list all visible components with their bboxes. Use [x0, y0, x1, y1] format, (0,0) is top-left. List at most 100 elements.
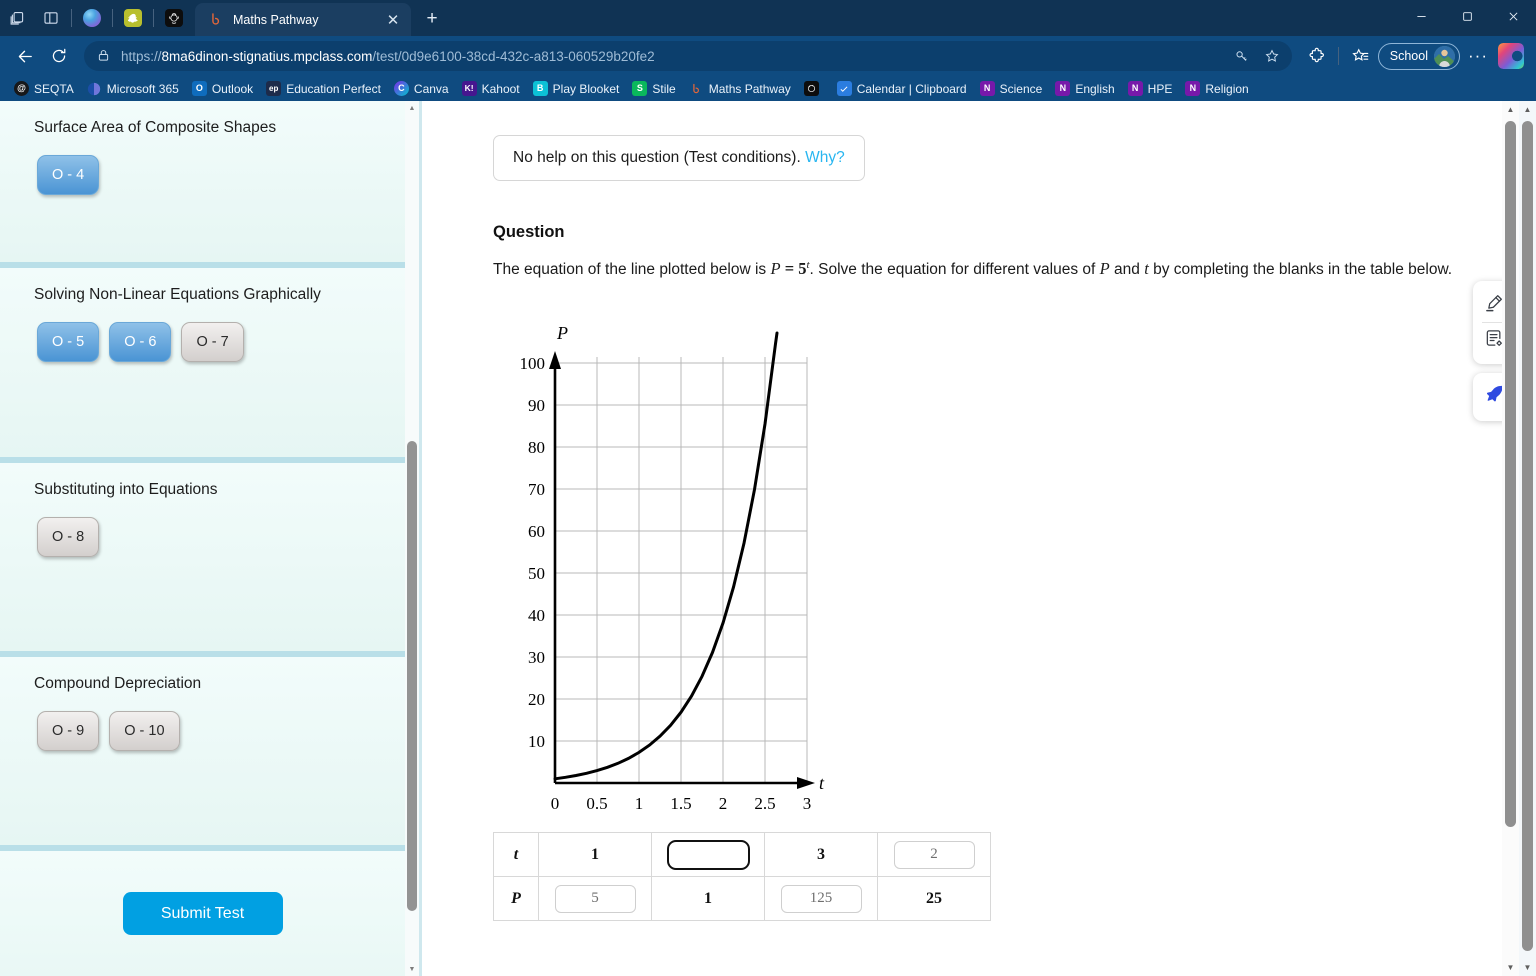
new-tab-button[interactable]: +: [417, 5, 447, 33]
back-button[interactable]: [10, 41, 40, 71]
question-chip-o-6[interactable]: O - 6: [109, 322, 172, 362]
cell-t-2: [651, 832, 765, 878]
input-p-3[interactable]: [780, 884, 862, 913]
bookmark-maths-pathway[interactable]: Maths Pathway: [683, 78, 797, 99]
bookmark-seqta[interactable]: @ SEQTA: [8, 78, 80, 99]
chatgpt-pinned-tab[interactable]: [157, 3, 191, 33]
input-t-2[interactable]: [666, 839, 750, 870]
extensions-puzzle-icon[interactable]: [1302, 41, 1332, 71]
answer-table: t 1 3 P: [493, 832, 991, 922]
divider: [1337, 47, 1339, 65]
content-scroll-up-arrow[interactable]: ▲: [1502, 101, 1519, 118]
bookmark-chatgpt[interactable]: [798, 78, 830, 99]
split-screen-icon[interactable]: [34, 3, 68, 33]
question-chip-o-9[interactable]: O - 9: [37, 711, 100, 751]
question-text-part-3: and: [1109, 261, 1145, 279]
input-p-1[interactable]: [554, 884, 636, 913]
microsoft365-icon: [87, 81, 102, 96]
question-chip-o-5[interactable]: O - 5: [37, 322, 100, 362]
bookmark-microsoft-365[interactable]: Microsoft 365: [81, 78, 185, 99]
content-scrollbar[interactable]: ▲ ▼: [1502, 101, 1519, 976]
sidebar-scroll-up-arrow[interactable]: ▲: [405, 101, 419, 115]
copilot-button[interactable]: [1496, 41, 1526, 71]
sidebar-scrollbar[interactable]: ▲ ▼: [405, 101, 419, 976]
profile-button[interactable]: School: [1377, 42, 1460, 70]
page-scroll-up-arrow[interactable]: ▲: [1519, 101, 1536, 118]
copilot-icon: [83, 9, 101, 27]
more-menu-button[interactable]: ···: [1463, 41, 1493, 71]
chatgpt-icon: [165, 9, 183, 27]
favorite-star-icon[interactable]: [1258, 43, 1286, 69]
onenote-icon: N: [1127, 81, 1143, 96]
why-link[interactable]: Why?: [805, 149, 845, 166]
bookmark-play-blooket[interactable]: B Play Blooket: [527, 78, 626, 99]
question-chip-list: O - 9 O - 10: [0, 711, 405, 751]
help-notice-text: No help on this question (Test condition…: [513, 149, 801, 166]
bookmark-calendar-clipboard[interactable]: Calendar | Clipboard: [831, 78, 973, 99]
topic-title: Compound Depreciation: [34, 675, 202, 692]
minimize-button[interactable]: [1398, 0, 1444, 32]
content-scroll-down-arrow[interactable]: ▼: [1502, 959, 1519, 976]
copilot-pinned-tab[interactable]: [75, 3, 109, 33]
table-row-p: P 1 25: [493, 876, 991, 922]
collections-icon[interactable]: [1345, 41, 1375, 71]
bookmark-label: Play Blooket: [552, 81, 620, 96]
bookmark-label: Kahoot: [481, 81, 520, 96]
question-text: The equation of the line plotted below i…: [493, 259, 1478, 280]
url-path: /test/0d9e6100-38cd-432c-a813-060529b20f…: [372, 48, 655, 64]
bookmark-science[interactable]: N Science: [974, 78, 1049, 99]
question-chip-o-4[interactable]: O - 4: [37, 155, 100, 195]
tab-strip: Maths Pathway ✕ +: [0, 0, 1536, 36]
refresh-button[interactable]: [44, 41, 74, 71]
page-scrollbar-thumb[interactable]: [1522, 121, 1533, 951]
sidebar-scrollbar-thumb[interactable]: [407, 441, 417, 911]
window-controls: [1398, 0, 1536, 36]
bookmark-label: Maths Pathway: [708, 81, 791, 96]
svg-text:10: 10: [528, 732, 545, 751]
tab-groups-icon[interactable]: [0, 3, 34, 33]
maximize-button[interactable]: [1444, 0, 1490, 32]
cell-p-4: 25: [877, 876, 991, 922]
key-icon[interactable]: [1228, 43, 1256, 69]
browser-tab-maths-pathway[interactable]: Maths Pathway ✕: [195, 3, 411, 36]
bookmark-outlook[interactable]: O Outlook: [186, 78, 259, 99]
education-perfect-icon: ep: [266, 81, 282, 96]
sidebar-scroll-down-arrow[interactable]: ▼: [405, 962, 419, 976]
bookmark-label: Microsoft 365: [106, 81, 179, 96]
gridlines: [555, 357, 808, 784]
bookmark-hpe[interactable]: N HPE: [1122, 78, 1179, 99]
page-scrollbar[interactable]: ▲ ▼: [1519, 101, 1536, 976]
close-icon[interactable]: ✕: [383, 10, 403, 30]
page-scroll-down-arrow[interactable]: ▼: [1519, 959, 1536, 976]
topic-compound-depreciation: Compound Depreciation O - 9 O - 10: [0, 657, 405, 851]
question-chip-o-7[interactable]: O - 7: [181, 322, 244, 362]
input-t-4[interactable]: [893, 840, 975, 869]
content-scrollbar-thumb[interactable]: [1505, 121, 1516, 827]
onenote-icon: N: [979, 81, 995, 96]
svg-text:0.5: 0.5: [586, 794, 607, 813]
outlook-icon: O: [191, 81, 207, 96]
tab-title: Maths Pathway: [233, 12, 319, 27]
bookmark-english[interactable]: N English: [1049, 78, 1120, 99]
equation-variable-P: P: [770, 259, 781, 279]
close-button[interactable]: [1490, 0, 1536, 32]
bookmark-label: Stile: [652, 81, 676, 96]
maths-pathway-icon: [689, 81, 704, 96]
bookmark-canva[interactable]: C Canva: [388, 78, 455, 99]
bookmark-label: Education Perfect: [286, 81, 381, 96]
topic-title: Substituting into Equations: [34, 481, 218, 498]
bookmark-religion[interactable]: N Religion: [1179, 78, 1254, 99]
svg-text:2: 2: [719, 794, 728, 813]
address-bar[interactable]: https://8ma6dinon-stignatius.mpclass.com…: [84, 41, 1292, 71]
bookmark-education-perfect[interactable]: ep Education Perfect: [260, 78, 387, 99]
submit-test-button[interactable]: Submit Test: [122, 892, 283, 935]
annotate-pen-icon: [1484, 293, 1504, 318]
snapchat-pinned-tab[interactable]: [116, 3, 150, 33]
question-chip-o-8[interactable]: O - 8: [37, 517, 100, 557]
seqta-icon: @: [14, 81, 29, 96]
bookmark-kahoot[interactable]: K! Kahoot: [456, 78, 526, 99]
question-text-part-4: by completing the blanks in the table be…: [1148, 261, 1453, 279]
help-notice: No help on this question (Test condition…: [493, 135, 865, 181]
question-chip-o-10[interactable]: O - 10: [109, 711, 180, 751]
bookmark-stile[interactable]: S Stile: [626, 78, 681, 99]
